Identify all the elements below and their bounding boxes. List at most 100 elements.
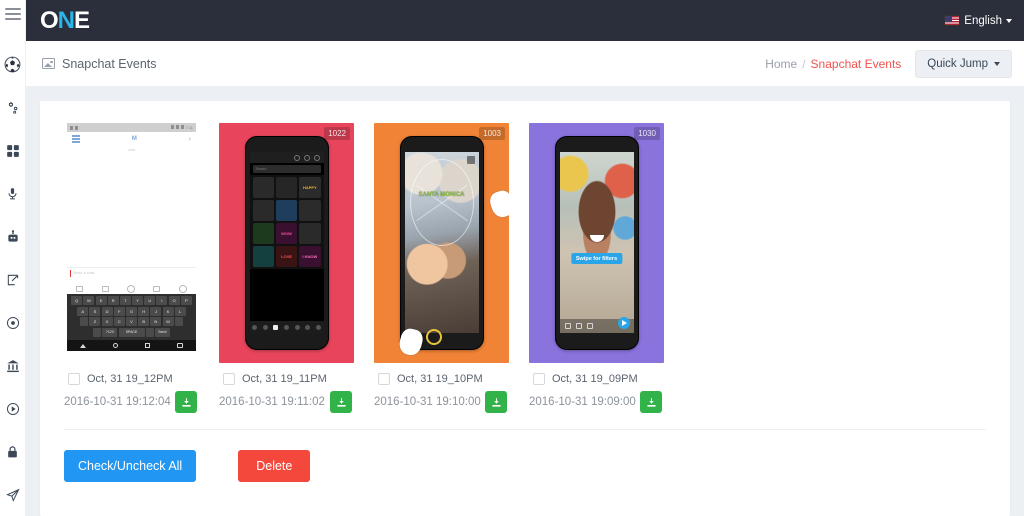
event-checkbox[interactable] xyxy=(378,373,390,385)
key[interactable]: B xyxy=(138,317,150,326)
sticker-cell[interactable] xyxy=(275,200,298,221)
sidebar-item-play[interactable] xyxy=(0,387,26,430)
key[interactable]: C xyxy=(113,317,125,326)
sticker-cell[interactable] xyxy=(299,223,321,244)
download-button[interactable] xyxy=(485,391,507,413)
key[interactable]: I xyxy=(156,296,168,305)
delete-button[interactable]: Delete xyxy=(238,450,311,482)
back-icon[interactable] xyxy=(80,343,87,348)
breadcrumb-current[interactable]: Snapchat Events xyxy=(811,57,902,71)
sidebar-item-bank[interactable] xyxy=(0,344,26,387)
sticker-cell[interactable]: WOW xyxy=(275,223,298,244)
home-icon[interactable] xyxy=(113,343,119,348)
us-flag-icon xyxy=(944,15,961,26)
key[interactable]: G xyxy=(126,306,137,316)
close-icon[interactable] xyxy=(466,156,475,164)
android-keyboard[interactable]: Q W E R T Y U I O P A S D F G H J K L Z … xyxy=(67,294,196,340)
key[interactable]: K xyxy=(162,306,174,316)
period-key[interactable] xyxy=(145,327,154,337)
key[interactable]: V xyxy=(126,317,137,326)
key[interactable]: S xyxy=(89,306,101,316)
tab-icon-active[interactable] xyxy=(273,324,279,330)
key[interactable]: L xyxy=(174,306,186,316)
key[interactable]: W xyxy=(83,296,95,305)
crop-icon[interactable] xyxy=(586,323,593,329)
key[interactable]: O xyxy=(168,296,180,305)
key[interactable]: Q xyxy=(71,296,83,305)
sticker-cell[interactable] xyxy=(252,246,274,267)
recents-icon[interactable] xyxy=(145,343,150,348)
chat-input-placeholder: Send a chat xyxy=(73,270,95,275)
sidebar-item-settings[interactable] xyxy=(0,86,26,129)
key[interactable]: N xyxy=(150,317,162,326)
key[interactable]: Z xyxy=(89,317,101,326)
shift-key[interactable] xyxy=(80,317,89,326)
key[interactable]: Y xyxy=(132,296,144,305)
sidebar-item-edit[interactable] xyxy=(0,258,26,301)
download-button[interactable] xyxy=(330,391,352,413)
sticker-cell[interactable]: HAPPY xyxy=(299,177,321,198)
language-selector[interactable]: English xyxy=(944,15,1012,27)
save-icon[interactable] xyxy=(564,323,571,329)
sidebar-item-lock[interactable] xyxy=(0,430,26,473)
event-thumbnail[interactable]: 1030 Swipe for filters xyxy=(529,123,664,363)
event-meta: Oct, 31 19_12PM 2016-10-31 19:12:04 xyxy=(64,363,199,413)
check-uncheck-all-button[interactable]: Check/Uncheck All xyxy=(64,450,197,482)
sidebar-item-robot[interactable] xyxy=(0,215,26,258)
key[interactable]: R xyxy=(107,296,119,305)
key[interactable]: J xyxy=(150,306,162,316)
sticker-cell[interactable] xyxy=(252,177,274,198)
send-key[interactable]: Send xyxy=(154,327,170,337)
sticker-cell[interactable]: I KNOW xyxy=(299,246,321,267)
keyboard-row: Q W E R T Y U I O P xyxy=(68,296,195,305)
sticker-cell[interactable]: LOVE xyxy=(275,246,298,267)
tab-icon[interactable] xyxy=(294,324,300,330)
sidebar-item-microphone[interactable] xyxy=(0,172,26,215)
tab-icon[interactable] xyxy=(305,324,311,330)
backspace-key[interactable] xyxy=(174,317,183,326)
space-key[interactable]: SPACE xyxy=(118,327,145,337)
key[interactable]: H xyxy=(138,306,150,316)
key[interactable]: T xyxy=(119,296,131,305)
event-checkbox[interactable] xyxy=(68,373,80,385)
sidebar-item-soccer[interactable] xyxy=(0,43,26,86)
key[interactable]: D xyxy=(101,306,113,316)
sticker-search-input[interactable]: Search xyxy=(252,165,321,173)
key[interactable]: X xyxy=(101,317,113,326)
numeric-key[interactable]: ?123 xyxy=(102,327,118,337)
sticker-cell[interactable] xyxy=(252,223,274,244)
sticker-cell[interactable] xyxy=(275,177,298,198)
tab-icon[interactable] xyxy=(262,324,268,330)
tab-icon[interactable] xyxy=(315,324,321,330)
sidebar-item-send[interactable] xyxy=(0,473,26,516)
story-icon[interactable] xyxy=(575,323,582,329)
tab-icon[interactable] xyxy=(283,324,289,330)
screenshot-icon[interactable] xyxy=(176,343,183,348)
sidebar-item-apps[interactable] xyxy=(0,129,26,172)
key[interactable]: F xyxy=(113,306,125,316)
quick-jump-button[interactable]: Quick Jump xyxy=(915,49,1012,78)
send-button-icon[interactable] xyxy=(617,317,630,329)
event-thumbnail[interactable]: 1003 SANTA MONICA xyxy=(374,123,509,363)
sidebar-item-record[interactable] xyxy=(0,301,26,344)
chat-input[interactable]: Send a chat xyxy=(67,267,196,283)
sticker-cell[interactable] xyxy=(299,200,321,221)
download-button[interactable] xyxy=(175,391,197,413)
sticker-cell[interactable] xyxy=(252,200,274,221)
download-button[interactable] xyxy=(640,391,662,413)
key[interactable]: P xyxy=(180,296,192,305)
key[interactable]: U xyxy=(144,296,156,305)
key[interactable]: E xyxy=(95,296,107,305)
app-logo[interactable]: ONE xyxy=(40,8,90,33)
key[interactable]: M xyxy=(162,317,174,326)
tab-icon[interactable] xyxy=(252,324,258,330)
breadcrumb-home[interactable]: Home xyxy=(765,57,797,71)
event-checkbox[interactable] xyxy=(533,373,545,385)
emoji-key[interactable] xyxy=(93,327,102,337)
key[interactable]: A xyxy=(77,306,89,316)
event-checkbox[interactable] xyxy=(223,373,235,385)
event-thumbnail[interactable]: 1022 Search HAPPY WOW LOVE I KNOW xyxy=(219,123,354,363)
menu-toggle-icon[interactable] xyxy=(0,0,26,27)
event-thumbnail[interactable]: 7:11 M › chat Send a chat Q W E R T Y U … xyxy=(64,123,199,363)
sidebar-nav xyxy=(0,27,26,516)
